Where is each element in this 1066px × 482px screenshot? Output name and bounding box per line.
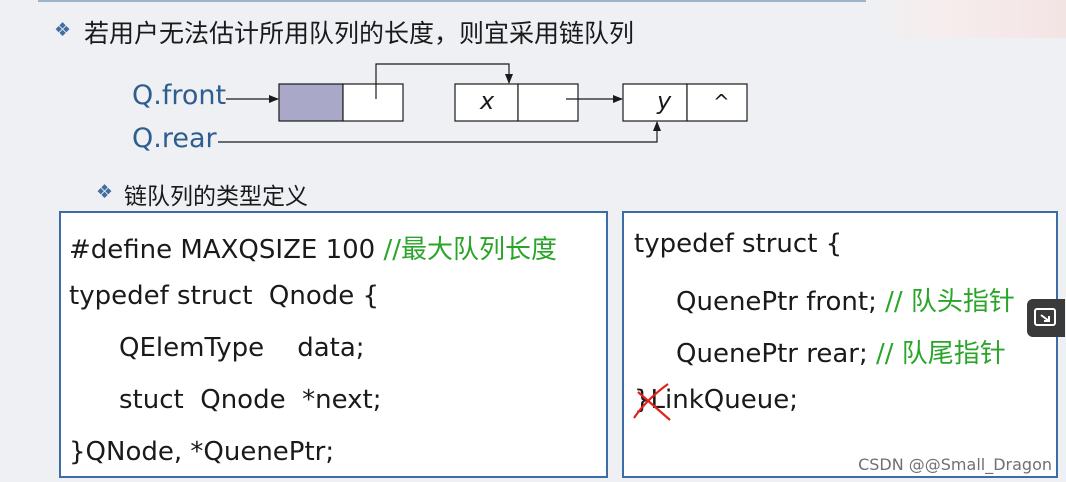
rear-field-code: QuenePtr rear;	[676, 339, 877, 369]
node-x-next-cell	[517, 83, 579, 122]
rear-pointer-arrow	[218, 121, 661, 143]
code-line-rear-field: QuenePtr rear; // 队尾指针	[676, 333, 1006, 370]
node-y-data-cell	[622, 83, 688, 122]
front-field-code: QuenePtr front;	[676, 287, 886, 317]
slide: ❖ 若用户无法估计所用队列的长度，则宜采用链队列 Q.front Q.rear …	[0, 0, 1066, 482]
node-x-value: x	[480, 87, 495, 115]
code-line-closing: }QNode, *QuenePtr;	[69, 437, 335, 467]
red-strike-annotation	[633, 383, 671, 421]
code-line-typedef: typedef struct Qnode {	[69, 281, 380, 311]
code-line-define: #define MAXQSIZE 100 //最大队列长度	[69, 229, 557, 266]
qnode-definition-box: #define MAXQSIZE 100 //最大队列长度 typedef st…	[59, 211, 608, 478]
csdn-watermark: CSDN @@Small_Dragon	[858, 455, 1052, 474]
head-node-next-cell	[342, 83, 404, 122]
rear-pointer-label: Q.rear	[132, 123, 217, 154]
define-code: #define MAXQSIZE 100	[69, 235, 384, 265]
linkqueue-definition-box: typedef struct { QuenePtr front; // 队头指针…	[622, 211, 1058, 478]
front-field-comment: // 队头指针	[885, 287, 1015, 317]
null-pointer-marker: ^	[713, 90, 730, 114]
bullet-diamond-icon-2: ❖	[96, 181, 114, 203]
rear-field-comment: // 队尾指针	[876, 339, 1006, 369]
head-node-data-cell	[278, 83, 344, 122]
section-subheading: 链队列的类型定义	[124, 184, 308, 210]
code-line-data-field: QElemType data;	[119, 333, 365, 363]
code-line-typedef-struct: typedef struct {	[634, 229, 843, 259]
define-comment: //最大队列长度	[383, 235, 557, 265]
code-line-front-field: QuenePtr front; // 队头指针	[676, 281, 1015, 318]
side-screenshot-button[interactable]	[1027, 299, 1065, 337]
code-line-next-field: stuct Qnode *next;	[119, 385, 382, 415]
front-pointer-label: Q.front	[132, 80, 227, 111]
node-y-value: y	[657, 87, 672, 115]
screenshot-icon	[1034, 308, 1056, 326]
